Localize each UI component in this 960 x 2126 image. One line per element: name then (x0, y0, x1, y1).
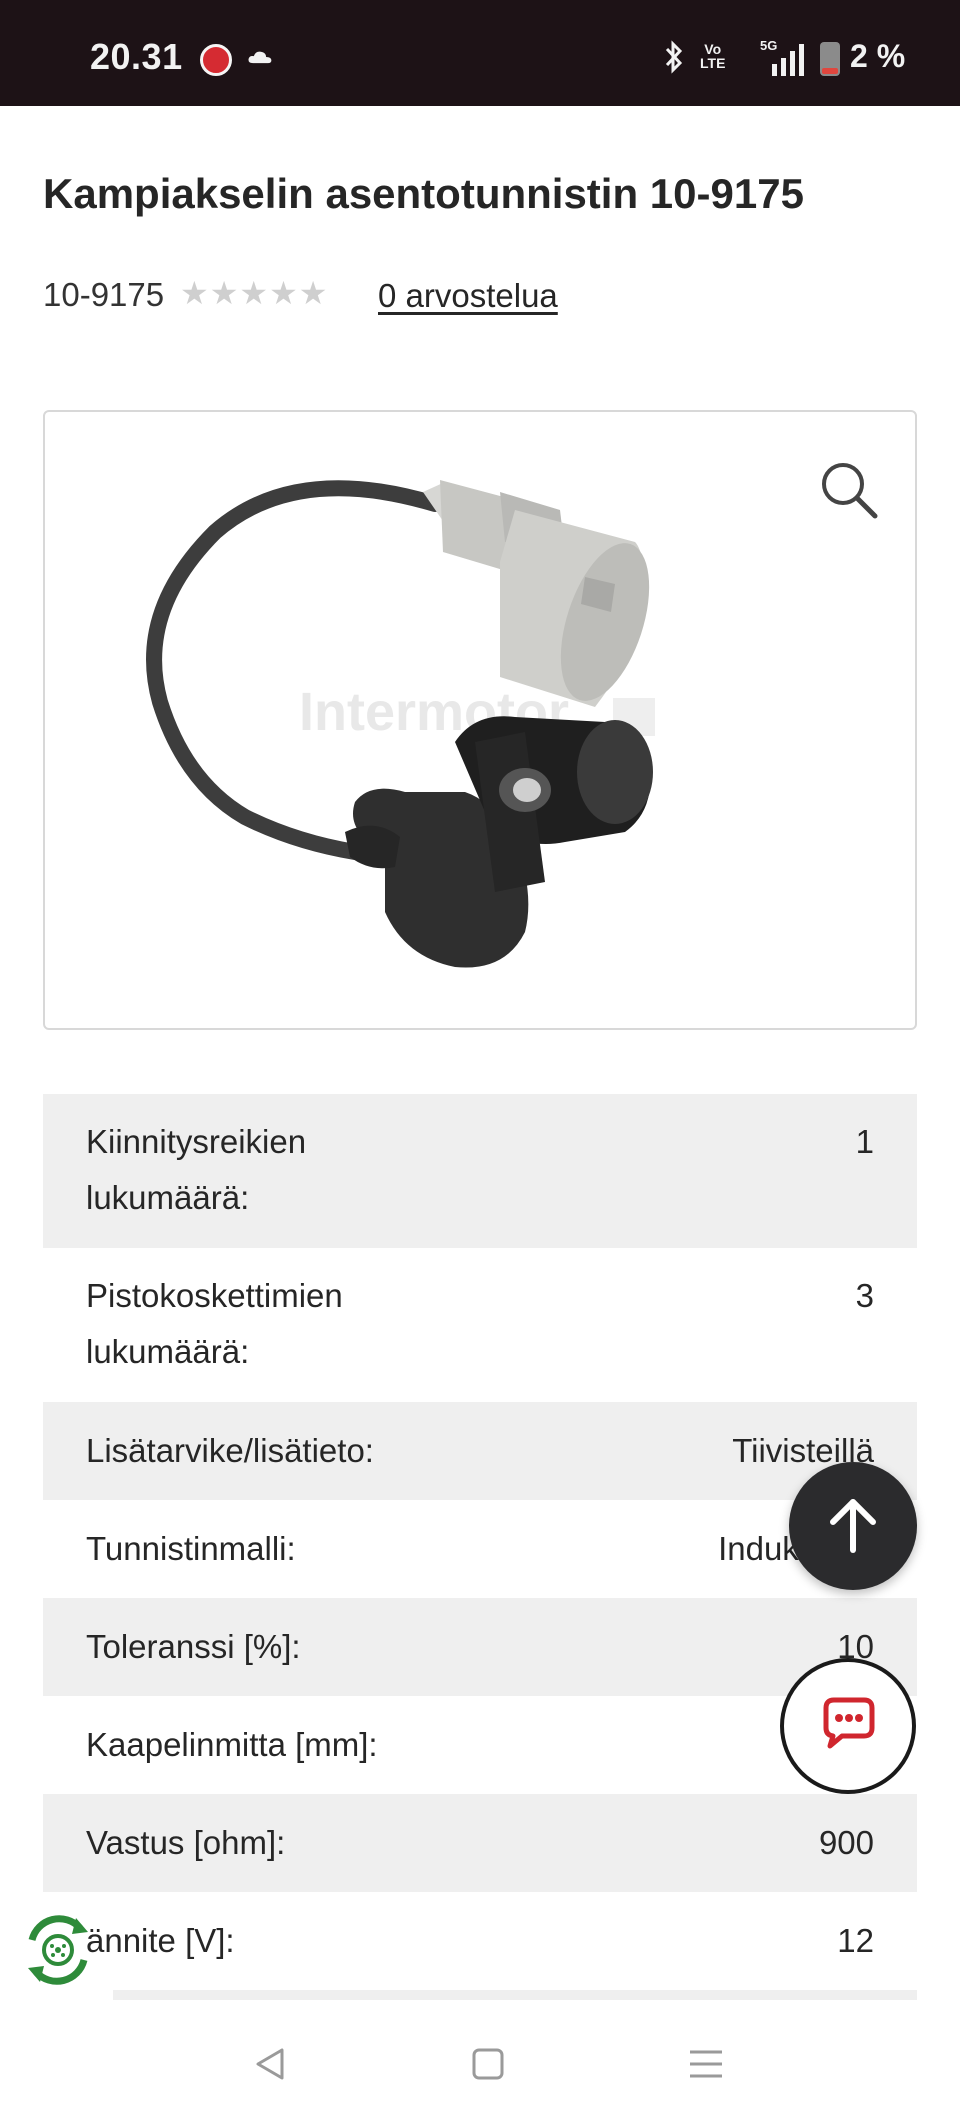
table-row: Tunnistinmalli: Induktiivi a (43, 1500, 917, 1598)
status-time: 20.31 (90, 36, 183, 77)
spec-label: Pistokoskettimien lukumäärä: (86, 1277, 343, 1370)
spec-value: 1 (855, 1123, 874, 1160)
table-row: Kiinnitysreikien lukumäärä: 1 (43, 1094, 917, 1248)
spec-label: Lisätarvike/lisätieto: (86, 1432, 374, 1469)
table-row: Pistokoskettimien lukumäärä: 3 (43, 1248, 917, 1402)
volte-indicator: Vo LTE (700, 41, 726, 71)
battery-icon (820, 42, 840, 76)
crankshaft-sensor-illustration: Intermotor (146, 480, 655, 968)
spec-label: Tunnistinmalli: (86, 1530, 296, 1567)
app-notification-icon (200, 44, 232, 76)
cloud-icon (248, 51, 272, 64)
status-bar: 20.31 Vo LTE 5G 2 % (0, 0, 960, 106)
rating-stars[interactable]: ★★★★★ (180, 274, 328, 312)
spec-label: Vastus [ohm]: (86, 1824, 286, 1861)
spec-value: 12 (837, 1922, 874, 1959)
recycle-badge-icon[interactable] (18, 1910, 98, 1990)
spec-label: Toleranssi [%]: (86, 1628, 301, 1665)
signal-icon (772, 44, 804, 76)
table-row: Vastus [ohm]: 900 (43, 1794, 917, 1892)
hamburger-icon[interactable] (686, 2044, 726, 2084)
arrow-up-icon (830, 1499, 876, 1553)
specs-table: Kiinnitysreikien lukumäärä: 1 Pistokoske… (43, 1094, 917, 2004)
spec-label: Kiinnitysreikien lukumäärä: (86, 1123, 307, 1216)
reviews-link[interactable]: 0 arvostelua (378, 277, 558, 315)
page-title: Kampiakselin asentotunnistin 10-9175 (43, 170, 804, 217)
bluetooth-icon (665, 40, 683, 74)
spec-value: 900 (818, 1824, 874, 1861)
spec-label: ännite [V]: (86, 1922, 235, 1959)
system-nav-bar (0, 2000, 960, 2126)
spec-value: 3 (855, 1277, 874, 1314)
product-image[interactable]: Intermotor (43, 410, 917, 1030)
spec-label: Kaapelinmitta [mm]: (86, 1726, 378, 1763)
scroll-to-top-button[interactable] (789, 1462, 917, 1590)
table-row: ännite [V]: 12 (43, 1892, 917, 1990)
battery-level: 2 % (850, 38, 906, 74)
square-home-icon[interactable] (468, 2044, 508, 2084)
product-sku: 10-9175 (43, 276, 165, 313)
magnifier-icon[interactable] (819, 460, 879, 520)
triangle-back-icon[interactable] (250, 2044, 290, 2084)
chat-bubble-icon (823, 1697, 875, 1749)
table-row: Lisätarvike/lisätieto: Tiivisteillä (43, 1402, 917, 1500)
chat-button[interactable] (780, 1658, 916, 1794)
